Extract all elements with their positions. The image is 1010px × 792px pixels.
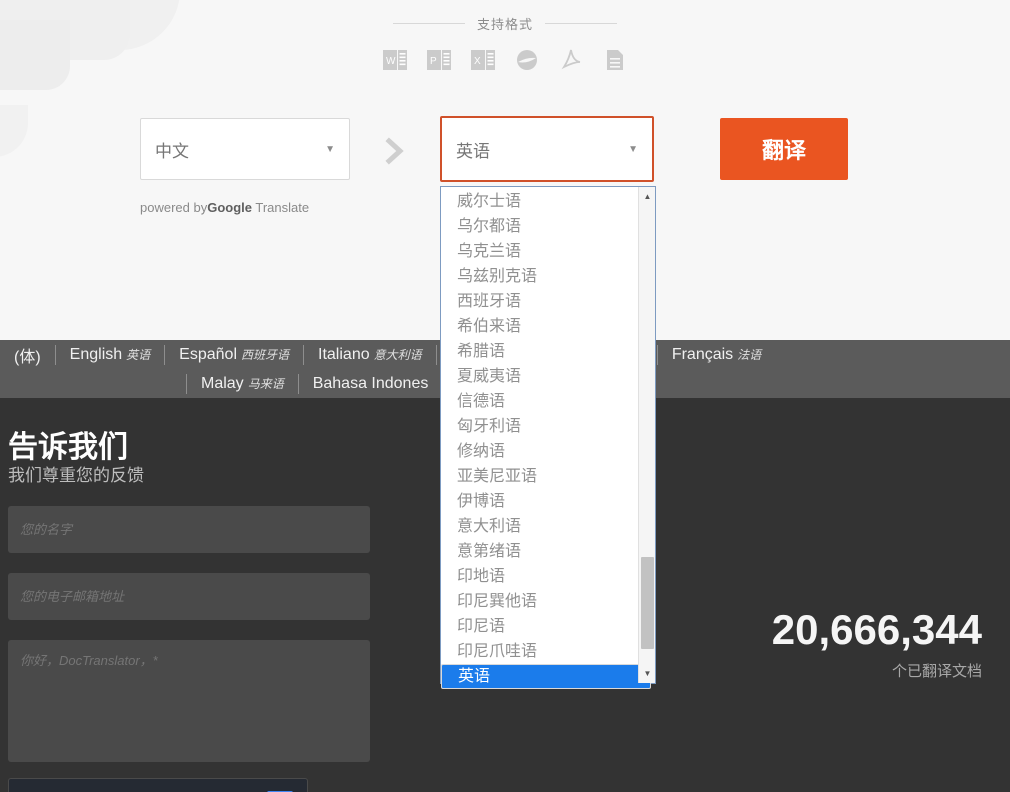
language-nav-link[interactable]: Malay 马来语 xyxy=(187,375,298,393)
language-nav-link-cn: 法语 xyxy=(737,347,762,362)
dropdown-option[interactable]: 希腊语 xyxy=(441,339,638,364)
source-language-select[interactable]: 中文 ▼ xyxy=(140,118,350,180)
feedback-subtitle: 我们尊重您的反馈 xyxy=(8,466,144,485)
scroll-up-icon[interactable]: ▲ xyxy=(639,188,656,205)
dropdown-option[interactable]: 印地语 xyxy=(441,564,638,589)
excel-doc-icon: X xyxy=(470,47,496,73)
divider-right xyxy=(545,23,617,24)
dropdown-option[interactable]: 修纳语 xyxy=(441,439,638,464)
page-root: 支持格式 W P X 中文 ▼ 英语 ▼ powered byGoogle Tr… xyxy=(0,0,1010,792)
svg-text:P: P xyxy=(430,56,437,67)
feedback-message-textarea[interactable] xyxy=(8,640,370,762)
supported-formats-title: 支持格式 xyxy=(476,17,533,32)
dropdown-option[interactable]: 希伯来语 xyxy=(441,314,638,339)
dropdown-option-list[interactable]: 威尔士语 乌尔都语 乌克兰语 乌兹别克语 西班牙语 希伯来语 希腊语 夏威夷语 信德语 匈牙利语修… xyxy=(441,187,651,689)
language-nav-link[interactable]: Français 法语 xyxy=(658,346,775,364)
translate-button[interactable]: 翻译 xyxy=(720,118,848,180)
language-nav-link-cn: 马来语 xyxy=(247,376,284,391)
dropdown-option[interactable]: 伊博语 xyxy=(441,489,638,514)
chevron-down-icon: ▼ xyxy=(325,143,335,155)
dropdown-option[interactable]: 亚美尼亚语 xyxy=(441,464,638,489)
language-nav-link[interactable]: Español 西班牙语 xyxy=(165,346,303,364)
dropdown-option[interactable]: 印尼巽他语 xyxy=(441,589,638,614)
dropdown-scrollbar[interactable]: ▲ ▼ xyxy=(638,187,655,683)
dropdown-option[interactable]: 意大利语 xyxy=(441,514,638,539)
svg-text:X: X xyxy=(474,56,481,67)
arrow-right-icon xyxy=(380,136,410,166)
recaptcha-widget[interactable] xyxy=(8,778,308,792)
word-doc-icon: W xyxy=(382,47,408,73)
pdf-doc-icon xyxy=(558,47,584,73)
feedback-email-input[interactable] xyxy=(8,573,370,620)
text-doc-icon xyxy=(602,47,628,73)
translated-documents-counter: 20,666,344 个已翻译文档 xyxy=(772,606,982,681)
language-nav-link[interactable]: Italiano 意大利语 xyxy=(304,346,436,364)
dropdown-option[interactable]: 匈牙利语 xyxy=(441,414,638,439)
powerpoint-doc-icon: P xyxy=(426,47,452,73)
dropdown-option[interactable]: 威尔士语 xyxy=(441,189,638,214)
source-language-value: 中文 xyxy=(155,141,189,161)
language-nav-link-cn: 西班牙语 xyxy=(241,347,290,362)
counter-caption: 个已翻译文档 xyxy=(891,663,982,680)
dropdown-option[interactable]: 印尼爪哇语 xyxy=(441,639,638,664)
dropdown-option[interactable]: 乌兹别克语 xyxy=(441,264,638,289)
language-nav-link-cn: 意大利语 xyxy=(373,347,422,362)
target-language-dropdown[interactable]: 威尔士语 乌尔都语 乌克兰语 乌兹别克语 西班牙语 希伯来语 希腊语 夏威夷语 信德语 匈牙利语修… xyxy=(440,186,656,689)
divider-left xyxy=(392,23,465,24)
format-icon-list: W P X xyxy=(0,47,1010,73)
dropdown-option[interactable]: 夏威夷语 xyxy=(441,364,638,389)
powered-prefix: powered by xyxy=(140,200,208,215)
scroll-down-icon[interactable]: ▼ xyxy=(639,665,656,682)
counter-value: 20,666,344 xyxy=(771,606,982,653)
dropdown-option[interactable]: 乌克兰语 xyxy=(441,239,638,264)
google-wordmark: Google xyxy=(207,200,252,215)
powered-by-google-translate: powered byGoogle Translate xyxy=(140,200,309,215)
dropdown-option[interactable]: 乌尔都语 xyxy=(441,214,638,239)
target-language-select[interactable]: 英语 ▼ xyxy=(440,116,654,182)
dropdown-option[interactable]: 西班牙语 xyxy=(441,289,638,314)
dropdown-option[interactable]: 信德语 xyxy=(441,389,638,414)
chevron-down-icon: ▼ xyxy=(628,143,638,155)
language-nav-link-cn: 英语 xyxy=(126,347,151,362)
dropdown-option[interactable]: 英语 xyxy=(441,664,651,689)
svg-text:W: W xyxy=(386,56,396,67)
dropdown-option[interactable]: 印尼语 xyxy=(441,614,638,639)
dropdown-option[interactable]: 意第绪语 xyxy=(441,539,638,564)
supported-formats-section: 支持格式 W P X xyxy=(0,0,1010,96)
language-nav-link[interactable]: English 英语 xyxy=(56,346,165,364)
language-nav-link[interactable]: Bahasa Indones xyxy=(299,375,443,393)
target-language-value: 英语 xyxy=(456,141,490,161)
feedback-title: 告诉我们 xyxy=(8,431,128,464)
scrollbar-thumb[interactable] xyxy=(641,557,654,649)
translate-wordmark: Translate xyxy=(255,200,310,215)
feedback-name-input[interactable] xyxy=(8,506,370,553)
language-nav-link[interactable]: (体) xyxy=(0,343,55,367)
openoffice-doc-icon xyxy=(514,47,540,73)
